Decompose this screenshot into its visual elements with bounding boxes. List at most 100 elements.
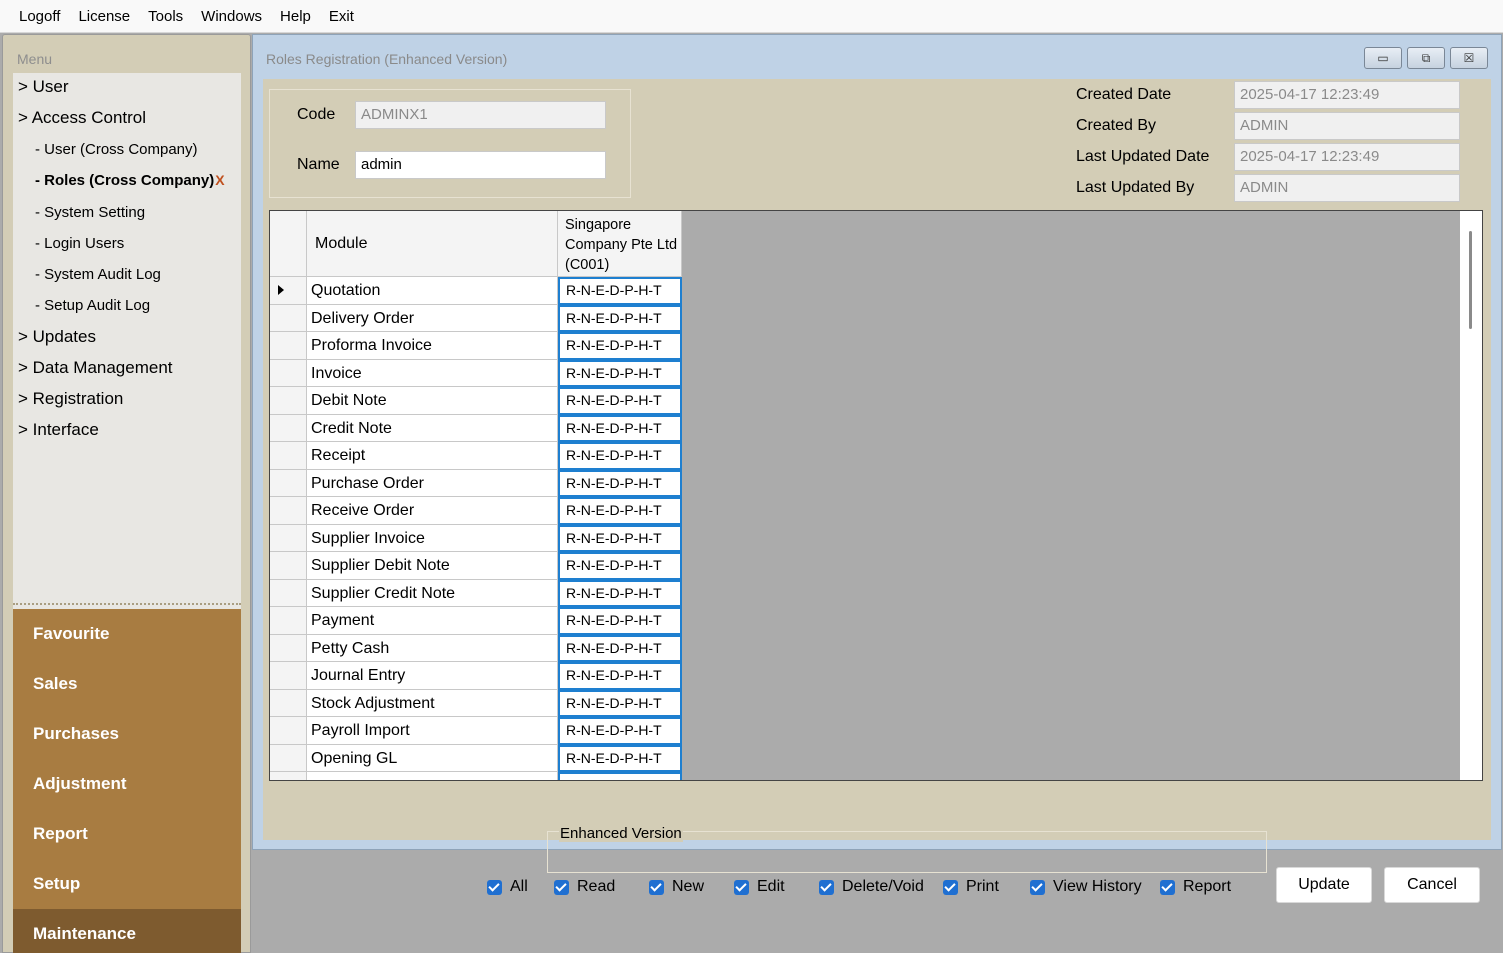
row-selector[interactable] — [270, 689, 307, 717]
checkbox-checked-icon[interactable] — [554, 879, 569, 895]
table-row[interactable]: Credit Note R-N-E-D-P-H-T — [270, 414, 682, 442]
check-read[interactable]: Read — [554, 878, 615, 896]
restore-button[interactable]: ⧉ — [1407, 47, 1445, 69]
module-cell[interactable]: Proforma Invoice — [307, 332, 558, 360]
checkbox-checked-icon[interactable] — [734, 879, 749, 895]
module-cell[interactable]: Delivery Order — [307, 304, 558, 332]
table-row[interactable]: Proforma Invoice R-N-E-D-P-H-T — [270, 332, 682, 360]
splitter-handle[interactable] — [13, 603, 241, 607]
checkbox-checked-icon[interactable] — [487, 879, 502, 895]
menu-exit[interactable]: Exit — [320, 8, 363, 25]
row-selector[interactable] — [270, 524, 307, 552]
close-tab-icon[interactable]: X — [215, 172, 224, 188]
module-cell[interactable]: Stock Adjustment — [307, 689, 558, 717]
category-favourite[interactable]: Favourite — [13, 609, 241, 659]
check-print[interactable]: Print — [943, 878, 999, 896]
module-cell[interactable]: Petty Cash — [307, 634, 558, 662]
permission-cell[interactable]: R-N-E-D-P-H-T — [558, 332, 682, 360]
last-updated-by-field[interactable]: ADMIN — [1234, 174, 1460, 202]
grid-vertical-scrollbar[interactable] — [1460, 211, 1482, 780]
tree-node-registration[interactable]: > Registration — [18, 389, 123, 409]
category-maintenance[interactable]: Maintenance — [13, 909, 241, 953]
checkbox-checked-icon[interactable] — [1030, 879, 1045, 895]
module-cell[interactable]: Supplier Credit Note — [307, 579, 558, 607]
permission-cell[interactable]: R-N-E-D-P-H-T — [558, 359, 682, 387]
category-sales[interactable]: Sales — [13, 659, 241, 709]
table-row[interactable]: Receive Order R-N-E-D-P-H-T — [270, 497, 682, 525]
check-new[interactable]: New — [649, 878, 704, 896]
table-row[interactable]: Petty Cash R-N-E-D-P-H-T — [270, 634, 682, 662]
table-row[interactable]: Debit Note R-N-E-D-P-H-T — [270, 387, 682, 415]
tree-leaf-system-setting[interactable]: - System Setting — [35, 204, 145, 221]
scrollbar-thumb[interactable] — [1469, 231, 1472, 329]
permission-cell[interactable]: R-N-E-D-P-H-T — [558, 469, 682, 497]
row-selector[interactable] — [270, 387, 307, 415]
menu-logoff[interactable]: Logoff — [10, 8, 69, 25]
table-row[interactable]: Invoice R-N-E-D-P-H-T — [270, 359, 682, 387]
checkbox-checked-icon[interactable] — [649, 879, 664, 895]
module-cell[interactable]: Receive Order — [307, 497, 558, 525]
module-cell[interactable] — [307, 772, 558, 780]
module-cell[interactable]: Credit Note — [307, 414, 558, 442]
menu-windows[interactable]: Windows — [192, 8, 271, 25]
row-selector[interactable] — [270, 332, 307, 360]
permission-cell[interactable]: R-N-E-D-P-H-T — [558, 277, 682, 305]
category-purchases[interactable]: Purchases — [13, 709, 241, 759]
checkbox-checked-icon[interactable] — [819, 879, 834, 895]
table-row[interactable]: Payroll Import R-N-E-D-P-H-T — [270, 717, 682, 745]
row-selector[interactable] — [270, 414, 307, 442]
table-row[interactable] — [270, 772, 682, 780]
table-row[interactable]: Opening GL R-N-E-D-P-H-T — [270, 744, 682, 772]
check-report[interactable]: Report — [1160, 878, 1231, 896]
table-row[interactable]: Delivery Order R-N-E-D-P-H-T — [270, 304, 682, 332]
table-row[interactable]: Journal Entry R-N-E-D-P-H-T — [270, 662, 682, 690]
permission-cell[interactable]: R-N-E-D-P-H-T — [558, 524, 682, 552]
row-selector[interactable] — [270, 442, 307, 470]
module-cell[interactable]: Debit Note — [307, 387, 558, 415]
last-updated-date-field[interactable]: 2025-04-17 12:23:49 — [1234, 143, 1460, 171]
tree-leaf-system-audit-log[interactable]: - System Audit Log — [35, 266, 161, 283]
row-selector[interactable] — [270, 662, 307, 690]
module-cell[interactable]: Receipt — [307, 442, 558, 470]
name-field[interactable]: admin — [355, 151, 606, 179]
code-field[interactable]: ADMINX1 — [355, 101, 606, 129]
module-cell[interactable]: Invoice — [307, 359, 558, 387]
table-row[interactable]: Supplier Credit Note R-N-E-D-P-H-T — [270, 579, 682, 607]
row-selector[interactable] — [270, 304, 307, 332]
table-row[interactable]: Supplier Debit Note R-N-E-D-P-H-T — [270, 552, 682, 580]
check-edit[interactable]: Edit — [734, 878, 785, 896]
module-cell[interactable]: Opening GL — [307, 744, 558, 772]
row-selector[interactable] — [270, 359, 307, 387]
category-report[interactable]: Report — [13, 809, 241, 859]
tree-leaf-user-cross-company[interactable]: - User (Cross Company) — [35, 141, 198, 158]
table-row[interactable]: Quotation R-N-E-D-P-H-T — [270, 277, 682, 305]
permission-cell[interactable]: R-N-E-D-P-H-T — [558, 607, 682, 635]
tree-leaf-login-users[interactable]: - Login Users — [35, 235, 124, 252]
tree-leaf-roles-cross-company[interactable]: - Roles (Cross Company)X — [35, 172, 225, 189]
table-row[interactable]: Purchase Order R-N-E-D-P-H-T — [270, 469, 682, 497]
permission-cell[interactable]: R-N-E-D-P-H-T — [558, 552, 682, 580]
module-cell[interactable]: Payroll Import — [307, 717, 558, 745]
menu-help[interactable]: Help — [271, 8, 320, 25]
row-selector[interactable] — [270, 277, 307, 305]
module-cell[interactable]: Payment — [307, 607, 558, 635]
row-selector[interactable] — [270, 552, 307, 580]
created-by-field[interactable]: ADMIN — [1234, 112, 1460, 140]
module-cell[interactable]: Quotation — [307, 277, 558, 305]
permission-cell[interactable]: R-N-E-D-P-H-T — [558, 717, 682, 745]
table-row[interactable]: Stock Adjustment R-N-E-D-P-H-T — [270, 689, 682, 717]
permission-cell[interactable]: R-N-E-D-P-H-T — [558, 497, 682, 525]
row-selector[interactable] — [270, 717, 307, 745]
permission-cell[interactable]: R-N-E-D-P-H-T — [558, 662, 682, 690]
check-delete-void[interactable]: Delete/Void — [819, 878, 924, 896]
row-selector[interactable] — [270, 497, 307, 525]
row-selector[interactable] — [270, 469, 307, 497]
check-view-history[interactable]: View History — [1030, 878, 1142, 896]
tree-leaf-setup-audit-log[interactable]: - Setup Audit Log — [35, 297, 150, 314]
permission-cell[interactable]: R-N-E-D-P-H-T — [558, 634, 682, 662]
module-cell[interactable]: Supplier Invoice — [307, 524, 558, 552]
permission-cell[interactable]: R-N-E-D-P-H-T — [558, 689, 682, 717]
permission-cell[interactable]: R-N-E-D-P-H-T — [558, 579, 682, 607]
checkbox-checked-icon[interactable] — [1160, 879, 1175, 895]
category-adjustment[interactable]: Adjustment — [13, 759, 241, 809]
